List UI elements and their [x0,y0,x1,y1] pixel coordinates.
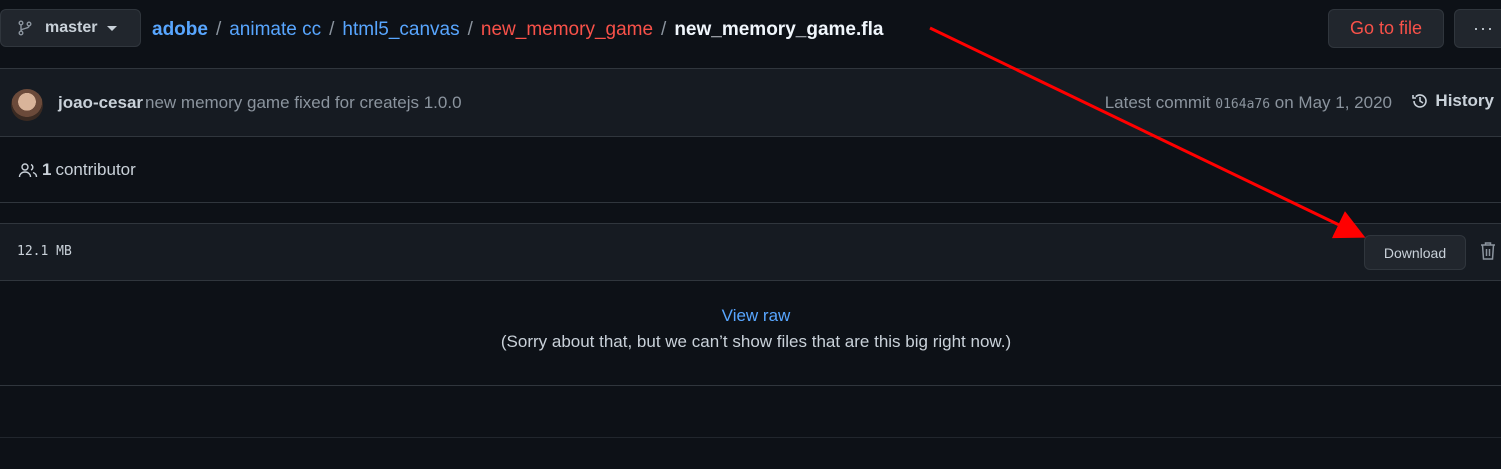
breadcrumb-link-animate-cc[interactable]: animate cc [229,19,321,41]
breadcrumb-separator: / [329,19,335,40]
git-branch-icon [17,20,33,36]
breadcrumb-separator: / [661,19,667,40]
download-button[interactable]: Download [1364,235,1466,270]
breadcrumb-link-new-memory-game[interactable]: new_memory_game [481,19,653,41]
breadcrumb-separator: / [215,19,222,40]
breadcrumb-link-adobe[interactable]: adobe [152,19,208,41]
contributor-label: contributor [55,160,136,179]
latest-commit-info: Latest commit 0164a76 on May 1, 2020 [1105,93,1392,113]
view-raw-link[interactable]: View raw [0,306,1501,326]
avatar[interactable] [11,89,43,121]
file-navigation: master adobe / animate cc / html5_canvas… [0,0,1501,60]
branch-selector-button[interactable]: master [0,9,141,47]
chevron-down-icon [107,25,118,31]
breadcrumb: adobe / animate cc / html5_canvas / new_… [152,16,883,44]
divider [0,437,1501,438]
trash-icon[interactable] [1479,241,1497,261]
people-icon [18,162,38,178]
branch-name: master [45,19,98,36]
contributor-count: 1 [42,160,52,179]
breadcrumb-link-html5-canvas[interactable]: html5_canvas [342,19,459,41]
latest-commit-prefix: Latest commit [1104,93,1211,112]
commit-date: on May 1, 2020 [1274,93,1392,112]
more-options-button[interactable]: ··· [1454,9,1501,48]
breadcrumb-separator: / [467,19,473,40]
history-link[interactable]: History [1411,91,1494,111]
breadcrumb-current-file: new_memory_game.fla [674,19,884,40]
commit-message-link[interactable]: new memory game fixed for createjs 1.0.0 [145,93,462,113]
file-header: 12.1 MB Download [0,224,1501,281]
file-size: 12.1 MB [17,244,72,259]
history-clock-icon [1411,92,1429,110]
commit-author-link[interactable]: joao-cesar [58,93,143,113]
commit-sha-link[interactable]: 0164a76 [1215,97,1270,112]
file-too-big-message: (Sorry about that, but we can’t show fil… [500,332,1012,351]
latest-commit-row: joao-cesar new memory game fixed for cre… [0,69,1501,137]
github-file-page: master adobe / animate cc / html5_canvas… [0,0,1501,469]
contributors-row[interactable]: 1 contributor [0,137,1501,203]
commit-box: joao-cesar new memory game fixed for cre… [0,68,1501,203]
file-box: 12.1 MB Download View raw (Sorry about t… [0,223,1501,386]
go-to-file-button[interactable]: Go to file [1328,9,1444,48]
history-label: History [1435,91,1494,110]
